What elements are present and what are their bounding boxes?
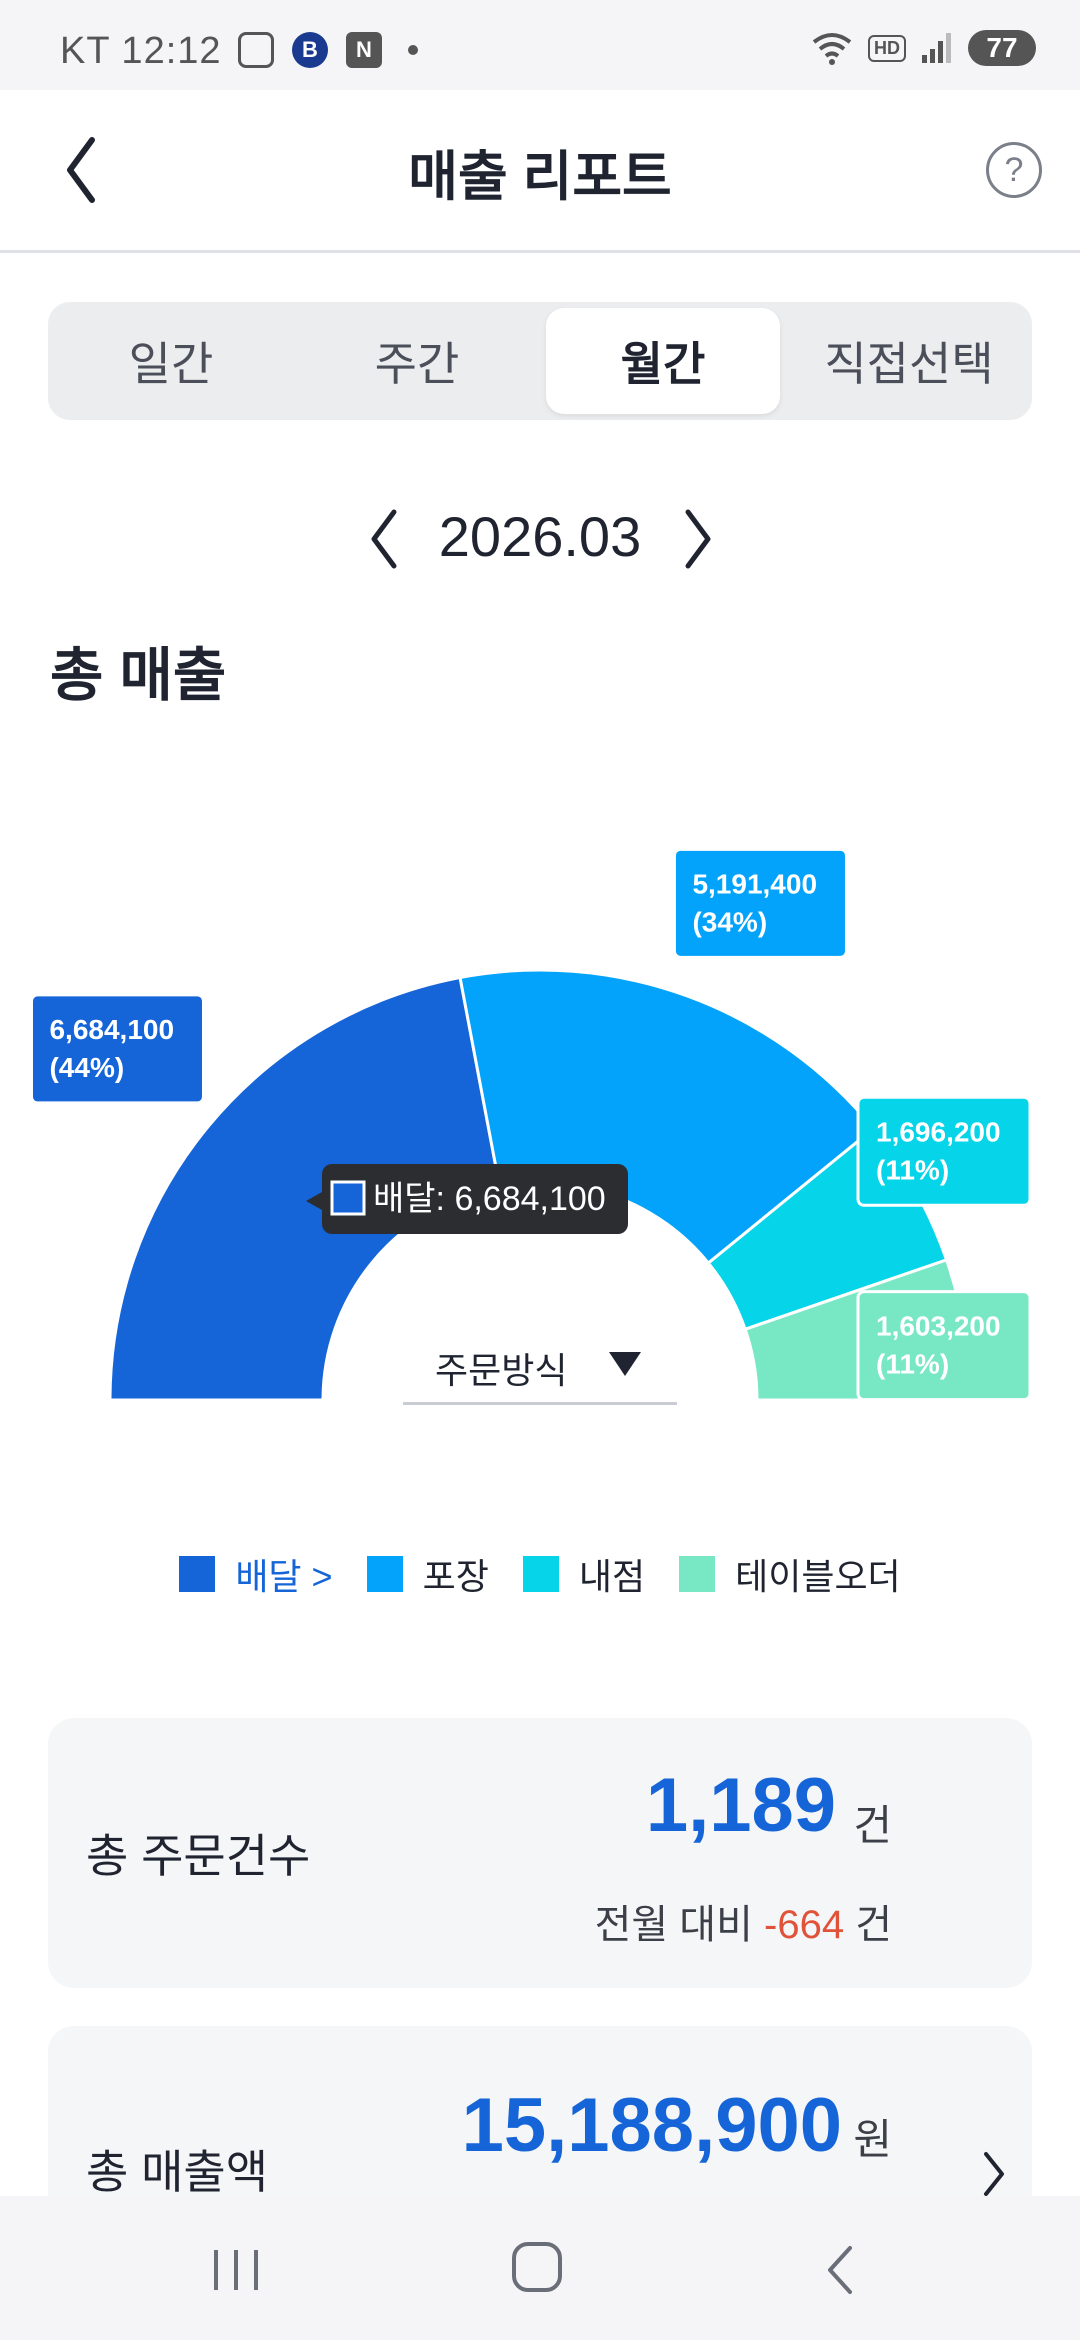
date-navigator: 2026.03: [0, 498, 1080, 578]
tab-custom[interactable]: 직접선택: [792, 308, 1026, 414]
legend-item-dine-in[interactable]: 내점: [522, 1548, 646, 1600]
slice-percent-label: (34%): [692, 906, 767, 937]
help-icon[interactable]: ?: [986, 142, 1042, 198]
home-icon[interactable]: [512, 2242, 562, 2292]
compare-unit: 건: [844, 1903, 892, 1947]
total-orders-label: 총 주문건수: [86, 1830, 311, 1882]
next-month-icon[interactable]: [672, 504, 722, 574]
wifi-icon: [812, 33, 852, 65]
system-back-icon[interactable]: [820, 2240, 860, 2300]
label-dine-in: 1,696,200 (11%): [856, 1095, 1032, 1207]
app-header: 매출 리포트 ?: [0, 90, 1080, 253]
dropdown-arrow-icon: [609, 1352, 641, 1376]
legend-label: 배달 >: [235, 1556, 333, 1597]
label-box: [856, 1095, 1032, 1207]
slice-value-label: 5,191,400: [692, 868, 817, 899]
system-icons: HD 77: [810, 30, 1036, 66]
tab-daily[interactable]: 일간: [54, 308, 288, 414]
tab-weekly[interactable]: 주간: [300, 308, 534, 414]
recent-apps-icon[interactable]: [208, 2248, 264, 2292]
legend-item-takeout[interactable]: 포장: [366, 1548, 489, 1600]
section-title-total-sales: 총 매출: [50, 643, 227, 708]
system-nav-bar: [0, 2196, 1080, 2340]
dropdown-label: 주문방식: [435, 1350, 568, 1391]
label-box: [856, 1290, 1032, 1402]
chart-legend: 배달 > 포장 내점 테이블오더: [0, 1548, 1080, 1600]
status-time: KT 12:12: [60, 30, 222, 72]
total-orders-unit: 건: [853, 1802, 892, 1849]
legend-swatch-icon: [179, 1556, 216, 1592]
orders-month-compare: 전월 대비 -664 건: [595, 1892, 892, 1950]
notification-icons: B N: [238, 32, 418, 68]
legend-label: 내점: [578, 1556, 646, 1597]
current-month-label: 2026.03: [438, 505, 642, 568]
total-orders-value: 1,189: [645, 1763, 836, 1848]
previous-month-icon[interactable]: [360, 504, 410, 574]
tab-monthly[interactable]: 월간: [546, 308, 780, 414]
label-box: [29, 993, 205, 1105]
tooltip-text: 배달: 6,684,100: [373, 1180, 606, 1218]
legend-label: 테이블오더: [735, 1556, 901, 1597]
slice-value-label: 1,603,200: [876, 1311, 1001, 1342]
order-type-dropdown[interactable]: 주문방식: [403, 1330, 677, 1405]
total-sales-unit: 원: [853, 2116, 892, 2163]
total-sales-value: 15,188,900: [461, 2083, 842, 2168]
slice-value-label: 6,684,100: [49, 1014, 174, 1045]
legend-swatch-icon: [522, 1556, 559, 1592]
legend-swatch-icon: [366, 1556, 403, 1592]
label-delivery: 6,684,100 (44%): [29, 993, 205, 1105]
signal-icon: [922, 33, 951, 63]
naver-icon: N: [346, 32, 382, 68]
battery-icon: 77: [968, 30, 1036, 66]
label-takeout: 5,191,400 (34%): [672, 847, 848, 959]
chevron-right-icon[interactable]: [974, 2144, 1014, 2204]
label-box: [672, 847, 848, 959]
label-table-order: 1,603,200 (11%): [856, 1290, 1032, 1402]
compare-value: -664: [764, 1903, 845, 1947]
legend-item-delivery[interactable]: 배달 >: [179, 1548, 333, 1600]
compare-prefix: 전월 대비: [594, 1903, 765, 1947]
slice-percent-label: (44%): [49, 1052, 124, 1083]
period-tabs: 일간 주간 월간 직접선택: [48, 302, 1032, 420]
page-title: 매출 리포트: [408, 147, 672, 207]
total-orders-card: 총 주문건수 1,189 건 전월 대비 -664 건: [48, 1718, 1032, 1988]
legend-label: 포장: [422, 1556, 489, 1597]
chart-tooltip: 배달: 6,684,100: [306, 1164, 628, 1234]
app-notification-icon: B: [292, 32, 328, 68]
more-notifications-dot-icon: [408, 45, 418, 55]
legend-item-table-order[interactable]: 테이블오더: [679, 1548, 901, 1600]
slice-value-label: 1,696,200: [876, 1116, 1001, 1147]
slice-percent-label: (11%): [876, 1154, 949, 1185]
tooltip-swatch-icon: [330, 1180, 366, 1216]
hd-voice-icon: HD: [868, 34, 906, 62]
total-sales-label: 총 매출액: [86, 2146, 269, 2198]
slice-percent-label: (11%): [876, 1349, 949, 1380]
screenshot-icon: [238, 32, 274, 68]
status-bar: KT 12:12 B N HD 77: [0, 0, 1080, 90]
legend-swatch-icon: [679, 1556, 716, 1592]
